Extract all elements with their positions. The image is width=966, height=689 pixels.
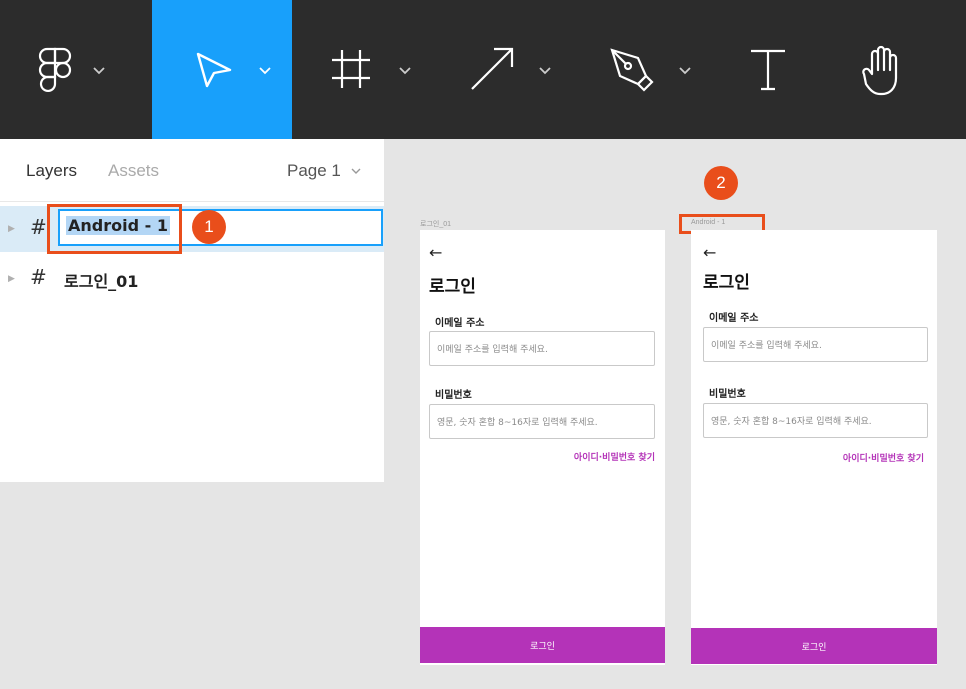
password-label: 비밀번호 bbox=[435, 390, 472, 401]
login-button[interactable]: 로그인 bbox=[691, 628, 937, 664]
page-selector[interactable]: Page 1 bbox=[287, 161, 341, 181]
screen-title: 로그인 bbox=[703, 273, 750, 293]
password-field[interactable]: 영문, 숫자 혼합 8~16자로 입력해 주세요. bbox=[703, 403, 928, 438]
annotation-highlight-1 bbox=[47, 204, 182, 254]
layer-row-login-01[interactable]: ▶ # bbox=[0, 256, 384, 302]
email-field[interactable]: 이메일 주소를 입력해 주세요. bbox=[703, 327, 928, 362]
chevron-down-icon[interactable] bbox=[350, 167, 362, 176]
chevron-down-icon bbox=[93, 67, 105, 75]
password-placeholder: 영문, 숫자 혼합 8~16자로 입력해 주세요. bbox=[711, 417, 872, 427]
annotation-badge-2: 2 bbox=[704, 166, 738, 200]
chevron-down-icon bbox=[679, 67, 691, 75]
move-tool-button[interactable] bbox=[152, 0, 292, 139]
back-arrow-icon[interactable]: ← bbox=[703, 243, 716, 262]
toolbar bbox=[0, 0, 966, 139]
find-account-link[interactable]: 아이디·비밀번호 찾기 bbox=[843, 451, 924, 464]
back-arrow-icon[interactable]: ← bbox=[429, 243, 442, 262]
line-tool-button[interactable] bbox=[432, 0, 572, 139]
expand-arrow-icon[interactable]: ▶ bbox=[8, 274, 15, 284]
find-account-link[interactable]: 아이디·비밀번호 찾기 bbox=[574, 450, 655, 463]
line-tool-icon bbox=[471, 47, 514, 90]
pen-tool-icon bbox=[610, 48, 654, 92]
text-tool-icon bbox=[751, 49, 785, 91]
figma-menu-icon bbox=[38, 47, 72, 93]
pen-tool-button[interactable] bbox=[572, 0, 712, 139]
hand-tool-button[interactable] bbox=[832, 0, 966, 139]
tab-layers[interactable]: Layers bbox=[26, 161, 77, 181]
layers-panel: Layers Assets Page 1 ▶ # Android - 1 ▶ #… bbox=[0, 139, 384, 482]
login-button-label: 로그인 bbox=[530, 642, 555, 652]
chevron-down-icon bbox=[259, 67, 271, 75]
panel-tabs: Layers Assets Page 1 bbox=[0, 139, 384, 201]
login-button-label: 로그인 bbox=[801, 643, 827, 653]
annotation-badge-1: 1 bbox=[192, 210, 226, 244]
frame-login-01[interactable]: ← 로그인 이메일 주소 이메일 주소를 입력해 주세요. 비밀번호 영문, 숫… bbox=[420, 230, 665, 665]
frame-tool-icon bbox=[332, 50, 370, 88]
layer-name: 로그인_01 bbox=[64, 272, 139, 291]
frame-icon: # bbox=[30, 265, 47, 289]
login-button[interactable]: 로그인 bbox=[420, 627, 665, 663]
panel-divider bbox=[0, 201, 384, 202]
chevron-down-icon bbox=[399, 67, 411, 75]
frame-icon: # bbox=[30, 215, 47, 239]
password-placeholder: 영문, 숫자 혼합 8~16자로 입력해 주세요. bbox=[437, 418, 598, 428]
password-label: 비밀번호 bbox=[709, 389, 746, 400]
frame-tool-button[interactable] bbox=[292, 0, 432, 139]
main-menu-button[interactable] bbox=[0, 0, 152, 139]
chevron-down-icon bbox=[539, 67, 551, 75]
email-placeholder: 이메일 주소를 입력해 주세요. bbox=[437, 345, 548, 355]
email-label: 이메일 주소 bbox=[435, 318, 485, 329]
email-label: 이메일 주소 bbox=[709, 313, 759, 324]
move-tool-icon bbox=[196, 52, 232, 88]
tab-assets[interactable]: Assets bbox=[108, 161, 159, 181]
frame-label[interactable]: 로그인_01 bbox=[420, 219, 451, 229]
text-tool-button[interactable] bbox=[712, 0, 832, 139]
screen-title: 로그인 bbox=[429, 277, 476, 297]
frame-android-1[interactable]: ← 로그인 이메일 주소 이메일 주소를 입력해 주세요. 비밀번호 영문, 숫… bbox=[691, 230, 937, 665]
email-placeholder: 이메일 주소를 입력해 주세요. bbox=[711, 341, 822, 351]
email-field[interactable]: 이메일 주소를 입력해 주세요. bbox=[429, 331, 655, 366]
password-field[interactable]: 영문, 숫자 혼합 8~16자로 입력해 주세요. bbox=[429, 404, 655, 439]
expand-arrow-icon[interactable]: ▶ bbox=[8, 224, 15, 234]
hand-tool-icon bbox=[862, 45, 898, 96]
